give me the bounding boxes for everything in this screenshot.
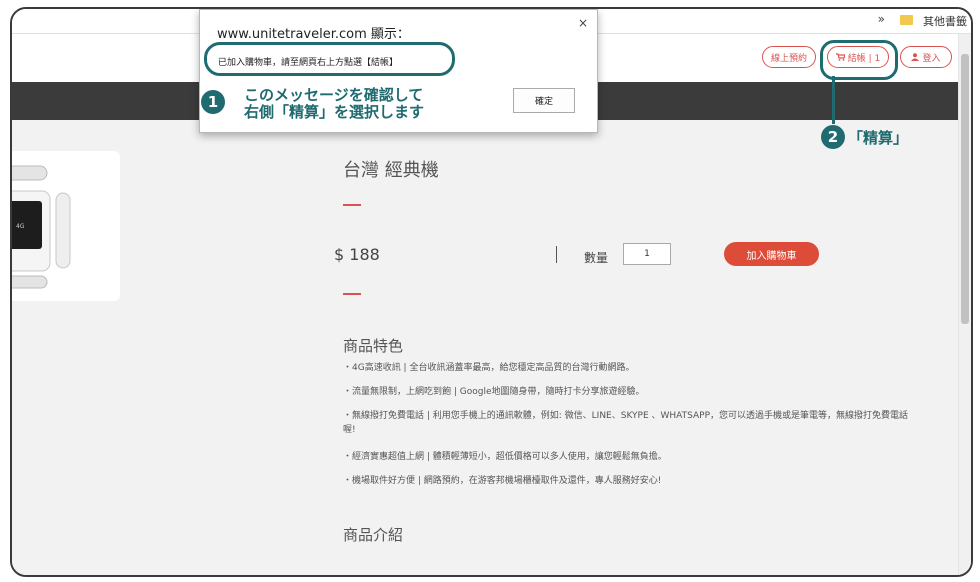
step-2-callout: 「精算」 (848, 129, 909, 147)
product-price: $ 188 (334, 245, 380, 264)
step-1-badge: 1 (201, 90, 225, 114)
product-image[interactable]: 4G (12, 151, 120, 301)
step-1-line-1: このメッセージを確認して (244, 86, 424, 104)
dialog-ok-button[interactable]: 確定 (513, 88, 575, 113)
add-to-cart-button[interactable]: 加入購物車 (724, 242, 819, 266)
price-divider (343, 293, 361, 295)
price-separator (556, 246, 557, 263)
feature-item: ・流量無限制，上網吃到飽 | Google地圖隨身帶，隨時打卡分享旅遊經驗。 (343, 387, 645, 397)
dialog-close-button[interactable]: × (578, 16, 588, 30)
features-heading: 商品特色 (343, 337, 404, 355)
dialog-title: www.unitetraveler.com 顯示： (217, 27, 410, 42)
bookmarks-other-folder[interactable]: 其他書籤 (923, 13, 967, 29)
title-divider (343, 204, 361, 206)
online-booking-button[interactable]: 線上預約 (762, 46, 816, 68)
pocket-wifi-device-image: 4G (12, 165, 71, 289)
checkout-connector-line (832, 76, 835, 124)
step-1-line-2: 右側「精算」を選択します (244, 103, 425, 121)
intro-heading: 商品介紹 (343, 526, 404, 544)
login-button[interactable]: 登入 (900, 46, 952, 68)
feature-item: ・機場取件好方便 | 網路預約，在游客邦機場櫃檯取件及還件，專人服務好安心! (343, 476, 662, 486)
folder-icon (900, 15, 913, 25)
step-2-badge: 2 (821, 125, 845, 149)
browser-frame: » 其他書籤 線上預約 結帳 | 1 登入 4G 台灣 經典機 $ 188 數量… (10, 7, 973, 577)
step-1-callout: このメッセージを確認して 右側「精算」を選択します (244, 87, 424, 121)
login-label: 登入 (922, 53, 941, 64)
product-page (12, 120, 971, 575)
bookmarks-overflow-button[interactable]: » (878, 12, 885, 26)
quantity-label: 數量 (584, 251, 609, 265)
user-icon (911, 53, 920, 61)
feature-item: ・經濟實惠超值上網 | 體積輕薄短小，超低價格可以多人使用，讓您輕鬆無負擔。 (343, 452, 667, 462)
scrollbar-thumb[interactable] (961, 54, 969, 324)
online-booking-label: 線上預約 (770, 53, 807, 64)
feature-item: ・無線撥打免費電話 | 利用您手機上的通訊軟體，例如: 微信、LINE、SKYP… (343, 411, 909, 435)
product-title: 台灣 經典機 (343, 160, 439, 181)
quantity-input[interactable]: 1 (623, 243, 671, 265)
add-to-cart-label: 加入購物車 (746, 250, 797, 262)
dialog-ok-label: 確定 (534, 97, 553, 107)
message-highlight (204, 42, 455, 76)
feature-item: ・4G高速收訊 | 全台收訊涵蓋率最高，給您穩定高品質的台灣行動網路。 (343, 363, 635, 373)
checkout-highlight (820, 40, 898, 80)
device-4g-label: 4G (16, 223, 25, 230)
page-scrollbar[interactable] (958, 34, 971, 575)
